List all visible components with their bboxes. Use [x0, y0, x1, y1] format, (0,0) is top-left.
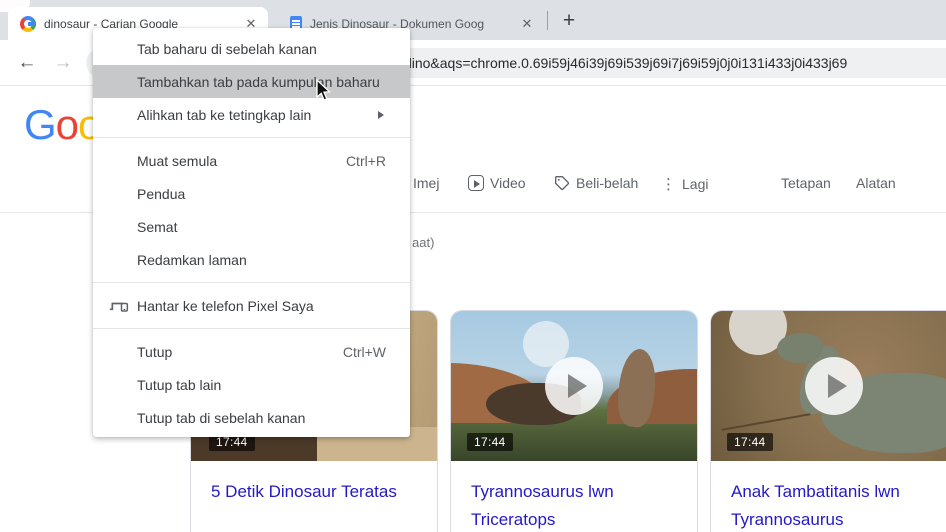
- url-text: q=dino&aqs=chrome.0.69i59j46i39j69i539j6…: [388, 55, 847, 71]
- video-card[interactable]: 17:44 Tyrannosaurus lwn Triceratops: [450, 310, 698, 532]
- video-duration-badge: 17:44: [727, 433, 773, 451]
- menu-label: Alihkan tab ke tetingkap lain: [137, 107, 311, 123]
- menu-item-reload[interactable]: Muat semula Ctrl+R: [93, 144, 410, 177]
- video-duration-badge: 17:44: [467, 433, 513, 451]
- tab-separator: [547, 11, 548, 30]
- tab-context-menu: Tab baharu di sebelah kanan Tambahkan ta…: [93, 28, 410, 437]
- video-icon: [468, 175, 484, 191]
- video-thumbnail[interactable]: 17:44: [711, 311, 946, 461]
- mouse-cursor: [312, 79, 334, 103]
- nav-tetapan[interactable]: Tetapan: [781, 175, 831, 191]
- play-button-icon[interactable]: [805, 357, 863, 415]
- nav-lagi[interactable]: ⋮ Lagi: [661, 175, 708, 193]
- video-card[interactable]: 17:44 Anak Tambatitanis lwn Tyrannosauru…: [710, 310, 946, 532]
- menu-item-mute-site[interactable]: Redamkan laman: [93, 243, 410, 276]
- video-title-link[interactable]: 5 Detik Dinosaur Teratas: [191, 461, 437, 506]
- nav-alatan[interactable]: Alatan: [856, 175, 896, 191]
- menu-label: Tab baharu di sebelah kanan: [137, 41, 317, 57]
- menu-label: Hantar ke telefon Pixel Saya: [137, 298, 314, 314]
- new-tab-button[interactable]: +: [556, 8, 582, 34]
- stick-shape: [722, 413, 811, 431]
- menu-item-duplicate[interactable]: Pendua: [93, 177, 410, 210]
- browser-window: dinosaur - Carian Google ✕ Jenis Dinosau…: [0, 0, 946, 532]
- back-icon[interactable]: ←: [14, 50, 40, 76]
- video-title-link[interactable]: Tyrannosaurus lwn Triceratops: [451, 461, 697, 532]
- nav-imej[interactable]: Imej: [413, 175, 439, 191]
- dinosaur-head-shape: [777, 333, 823, 363]
- menu-item-new-tab-right[interactable]: Tab baharu di sebelah kanan: [93, 32, 410, 65]
- tab-title-fade: [486, 7, 520, 40]
- close-tab-icon[interactable]: ✕: [518, 15, 536, 33]
- tag-icon: [554, 175, 570, 191]
- menu-label: Redamkan laman: [137, 252, 247, 268]
- nav-label: Lagi: [682, 176, 708, 192]
- video-title-link[interactable]: Anak Tambatitanis lwn Tyrannosaurus: [711, 461, 946, 532]
- menu-label: Tutup tab di sebelah kanan: [137, 410, 305, 426]
- result-stats-fragment: aat): [412, 235, 434, 250]
- menu-label: Tutup tab lain: [137, 377, 221, 393]
- menu-item-close[interactable]: Tutup Ctrl+W: [93, 335, 410, 368]
- menu-shortcut: Ctrl+W: [343, 344, 386, 360]
- menu-item-move-tab-to-other-window[interactable]: Alihkan tab ke tetingkap lain: [93, 98, 410, 131]
- menu-label: Tutup: [137, 344, 172, 360]
- menu-label: Tambahkan tab pada kumpulan baharu: [137, 74, 380, 90]
- nav-label: Beli-belah: [576, 175, 638, 191]
- menu-item-send-to-pixel-phone[interactable]: Hantar ke telefon Pixel Saya: [93, 289, 410, 322]
- nav-label: Video: [490, 175, 526, 191]
- menu-item-pin[interactable]: Semat: [93, 210, 410, 243]
- forward-icon: →: [50, 50, 76, 76]
- nav-beli-belah[interactable]: Beli-belah: [554, 175, 638, 191]
- menu-label: Pendua: [137, 186, 185, 202]
- more-dots-icon: ⋮: [661, 175, 676, 193]
- nav-label: Imej: [413, 175, 439, 191]
- menu-label: Muat semula: [137, 153, 217, 169]
- menu-separator: [93, 328, 410, 329]
- logo-letter: o: [56, 101, 78, 148]
- nav-label: Tetapan: [781, 175, 831, 191]
- nav-label: Alatan: [856, 175, 896, 191]
- menu-separator: [93, 137, 410, 138]
- video-thumbnail[interactable]: 17:44: [451, 311, 697, 461]
- play-button-icon[interactable]: [545, 357, 603, 415]
- google-g-icon: [20, 16, 36, 32]
- menu-item-close-tabs-to-right[interactable]: Tutup tab di sebelah kanan: [93, 401, 410, 434]
- nav-video[interactable]: Video: [468, 175, 526, 191]
- submenu-arrow-icon: [378, 111, 384, 119]
- menu-shortcut: Ctrl+R: [346, 153, 386, 169]
- menu-label: Semat: [137, 219, 177, 235]
- menu-item-close-other-tabs[interactable]: Tutup tab lain: [93, 368, 410, 401]
- devices-icon: [109, 296, 129, 316]
- logo-letter: G: [24, 101, 56, 148]
- menu-item-add-tab-to-new-group[interactable]: Tambahkan tab pada kumpulan baharu: [93, 65, 410, 98]
- menu-separator: [93, 282, 410, 283]
